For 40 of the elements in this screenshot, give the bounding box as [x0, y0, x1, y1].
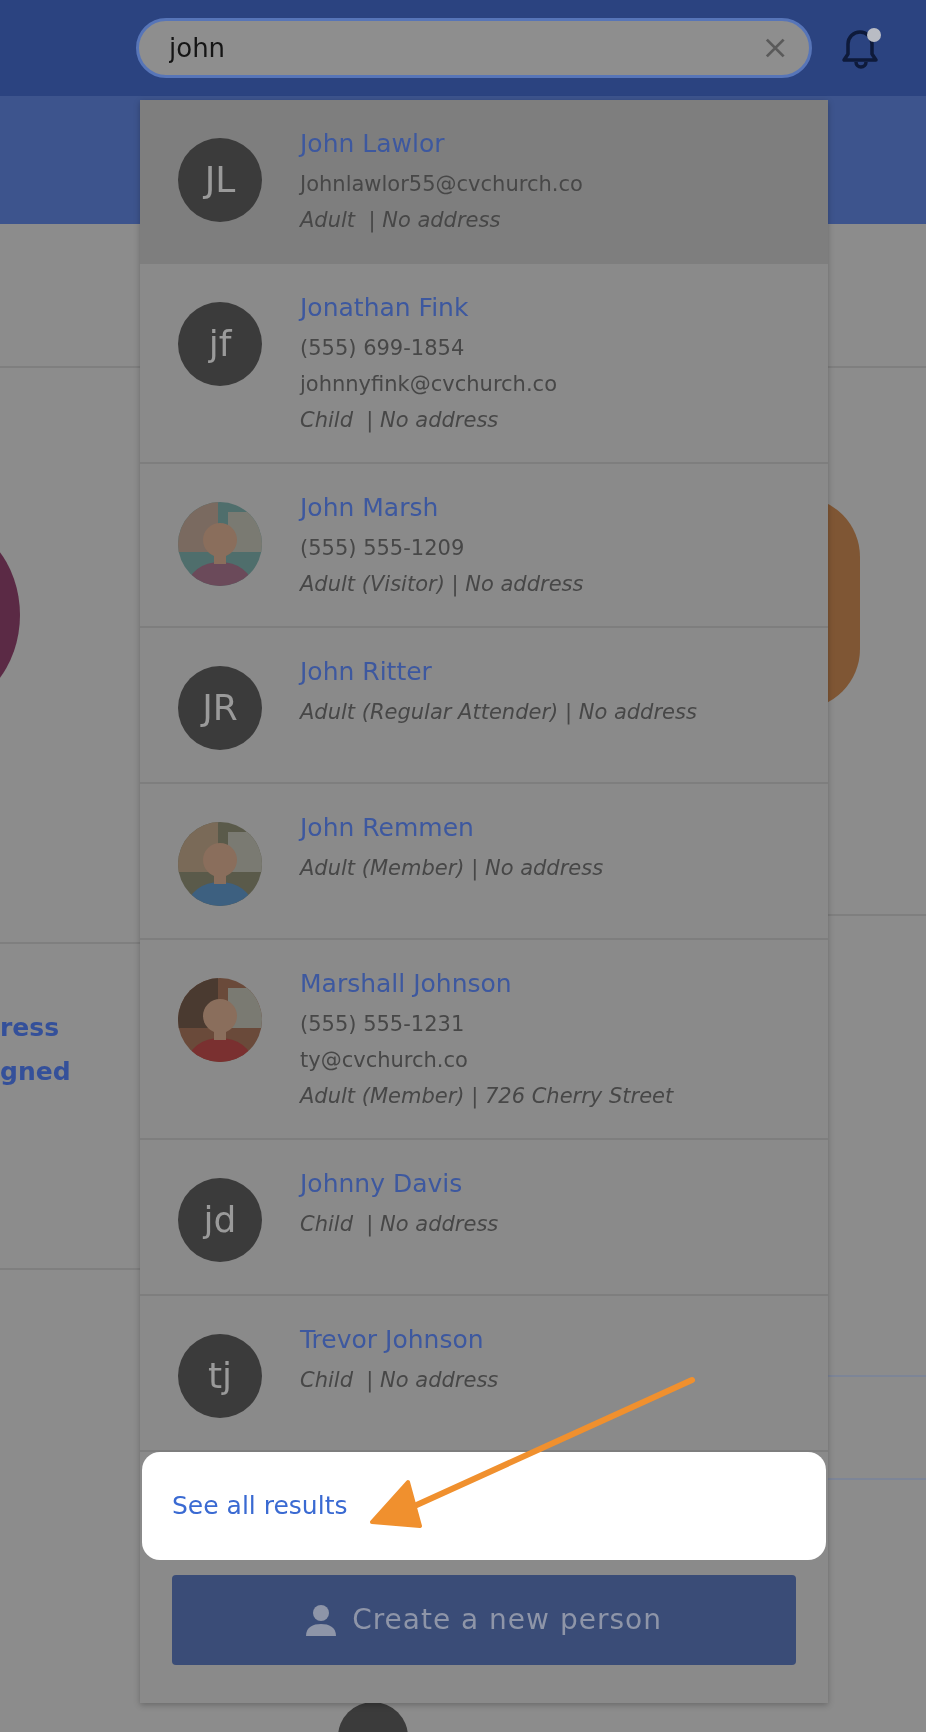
contact-text: Johnlawlor55@cvchurch.co	[300, 171, 583, 198]
person-name[interactable]: Marshall Johnson	[300, 962, 674, 1006]
result-row[interactable]: John Marsh (555) 555-1209 Adult (Visitor) | No address	[140, 464, 828, 628]
avatar: jd	[178, 1178, 262, 1262]
person-details: Adult | No address	[300, 207, 502, 235]
contact-text: johnnyfink@cvchurch.co	[300, 371, 557, 398]
person-name[interactable]: Jonathan Fink	[300, 286, 557, 330]
person-details: Adult (Member) | 726 Cherry Street	[300, 1083, 674, 1111]
person-details: Adult (Regular Attender) | No address	[300, 699, 697, 727]
person-name[interactable]: John Marsh	[300, 486, 584, 530]
contact-text: (555) 699-1854	[300, 335, 466, 362]
result-row[interactable]: John Remmen Adult (Member) | No address	[140, 784, 828, 940]
person-icon	[306, 1604, 337, 1636]
person-name[interactable]: John Lawlor	[300, 122, 583, 166]
link-text[interactable]: gned	[0, 1057, 71, 1086]
person-details: Adult (Member) | No address	[300, 855, 604, 883]
person-name[interactable]: Trevor Johnson	[300, 1318, 499, 1362]
see-all-results-link[interactable]: See all results	[142, 1452, 826, 1560]
person-name[interactable]: Johnny Davis	[300, 1162, 499, 1206]
result-row[interactable]: JR John Ritter Adult (Regular Attender) | No address	[140, 628, 828, 784]
result-row[interactable]: Marshall Johnson (555) 555-1231 ty@cvchurch.co Adult (Member) | 726 Cherry Street	[140, 940, 828, 1140]
result-row[interactable]: JL John Lawlor Johnlawlor55@cvchurch.co Adult | No address	[140, 100, 828, 264]
person-details: Child | No address	[300, 1367, 499, 1395]
contact-text: (555) 555-1209	[300, 535, 466, 562]
result-row[interactable]: jf Jonathan Fink (555) 699-1854 johnnyfink@cvchurch.co Child | No address	[140, 264, 828, 464]
person-details: Adult (Visitor) | No address	[300, 571, 584, 599]
person-details: Child | No address	[300, 1211, 499, 1239]
avatar: JR	[178, 666, 262, 750]
result-row[interactable]: jd Johnny Davis Child | No address	[140, 1140, 828, 1296]
create-person-button[interactable]: Create a new person	[172, 1575, 796, 1665]
person-name[interactable]: John Ritter	[300, 650, 697, 694]
contact-text: (555) 555-1231	[300, 1011, 466, 1038]
person-name[interactable]: John Remmen	[300, 806, 604, 850]
avatar: jf	[178, 302, 262, 386]
avatar: JL	[178, 138, 262, 222]
link-text[interactable]: ress	[0, 1013, 60, 1042]
person-details: Child | No address	[300, 407, 500, 435]
contact-text: ty@cvchurch.co	[300, 1047, 469, 1074]
avatar: tj	[178, 1334, 262, 1418]
search-field[interactable]: john	[136, 18, 812, 78]
